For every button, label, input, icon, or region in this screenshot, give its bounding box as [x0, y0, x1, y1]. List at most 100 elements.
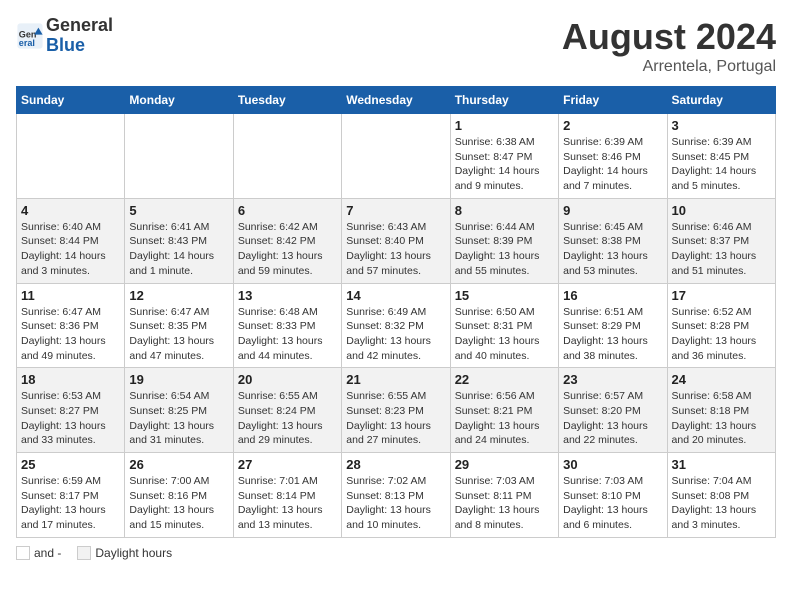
day-number: 14: [346, 288, 445, 303]
day-detail: Sunrise: 7:02 AM Sunset: 8:13 PM Dayligh…: [346, 474, 445, 533]
calendar-cell: 7Sunrise: 6:43 AM Sunset: 8:40 PM Daylig…: [342, 198, 450, 283]
day-number: 31: [672, 457, 771, 472]
calendar-cell: 4 Sunrise: 6:40 AM Sunset: 8:44 PM Daylig…: [17, 198, 125, 283]
day-detail: Sunrise: 6:54 AM Sunset: 8:25 PM Dayligh…: [129, 389, 228, 448]
day-number: 27: [238, 457, 337, 472]
day-detail: Sunrise: 6:58 AM Sunset: 8:18 PM Dayligh…: [672, 389, 771, 448]
calendar-week-2: 4 Sunrise: 6:40 AM Sunset: 8:44 PM Daylig…: [17, 198, 776, 283]
page-header: Gen eral General Blue August 2024 Arrent…: [16, 16, 776, 76]
day-number: 30: [563, 457, 662, 472]
day-detail: Sunrise: 6:49 AM Sunset: 8:32 PM Dayligh…: [346, 305, 445, 364]
day-number: 26: [129, 457, 228, 472]
legend-white-box: [16, 546, 30, 560]
day-detail: Sunrise: 7:00 AM Sunset: 8:16 PM Dayligh…: [129, 474, 228, 533]
calendar-cell: 18Sunrise: 6:53 AM Sunset: 8:27 PM Dayli…: [17, 368, 125, 453]
day-number: 5: [129, 203, 228, 218]
calendar-cell: 19 Sunrise: 6:54 AM Sunset: 8:25 PM Dayli…: [125, 368, 233, 453]
calendar-cell: [342, 114, 450, 199]
calendar-cell: 21Sunrise: 6:55 AM Sunset: 8:23 PM Dayli…: [342, 368, 450, 453]
day-number: 25: [21, 457, 120, 472]
day-number: 15: [455, 288, 554, 303]
logo: Gen eral General Blue: [16, 16, 113, 56]
calendar-cell: 17Sunrise: 6:52 AM Sunset: 8:28 PM Dayli…: [667, 283, 775, 368]
month-year: August 2024: [562, 16, 776, 58]
calendar-header-sunday: Sunday: [17, 87, 125, 114]
day-detail: Sunrise: 6:55 AM Sunset: 8:24 PM Dayligh…: [238, 389, 337, 448]
day-detail: Sunrise: 6:40 AM Sunset: 8:44 PM Dayligh…: [21, 220, 120, 279]
calendar-cell: 22Sunrise: 6:56 AM Sunset: 8:21 PM Dayli…: [450, 368, 558, 453]
day-number: 2: [563, 118, 662, 133]
day-number: 13: [238, 288, 337, 303]
day-detail: Sunrise: 6:39 AM Sunset: 8:45 PM Dayligh…: [672, 135, 771, 194]
calendar-header-thursday: Thursday: [450, 87, 558, 114]
calendar-week-3: 11Sunrise: 6:47 AM Sunset: 8:36 PM Dayli…: [17, 283, 776, 368]
calendar-cell: 15Sunrise: 6:50 AM Sunset: 8:31 PM Dayli…: [450, 283, 558, 368]
calendar-cell: 11Sunrise: 6:47 AM Sunset: 8:36 PM Dayli…: [17, 283, 125, 368]
day-detail: Sunrise: 6:44 AM Sunset: 8:39 PM Dayligh…: [455, 220, 554, 279]
calendar-cell: 1Sunrise: 6:38 AM Sunset: 8:47 PM Daylig…: [450, 114, 558, 199]
day-number: 1: [455, 118, 554, 133]
day-number: 9: [563, 203, 662, 218]
day-detail: Sunrise: 6:51 AM Sunset: 8:29 PM Dayligh…: [563, 305, 662, 364]
calendar-header-tuesday: Tuesday: [233, 87, 341, 114]
day-detail: Sunrise: 7:03 AM Sunset: 8:10 PM Dayligh…: [563, 474, 662, 533]
legend-gray: Daylight hours: [77, 546, 172, 560]
calendar-table: SundayMondayTuesdayWednesdayThursdayFrid…: [16, 86, 776, 538]
day-detail: Sunrise: 6:48 AM Sunset: 8:33 PM Dayligh…: [238, 305, 337, 364]
day-detail: Sunrise: 7:03 AM Sunset: 8:11 PM Dayligh…: [455, 474, 554, 533]
logo-line1: General: [46, 15, 113, 35]
day-detail: Sunrise: 6:57 AM Sunset: 8:20 PM Dayligh…: [563, 389, 662, 448]
day-detail: Sunrise: 6:42 AM Sunset: 8:42 PM Dayligh…: [238, 220, 337, 279]
day-detail: Sunrise: 6:52 AM Sunset: 8:28 PM Dayligh…: [672, 305, 771, 364]
day-number: 6: [238, 203, 337, 218]
legend: and - Daylight hours: [16, 546, 776, 560]
calendar-header-monday: Monday: [125, 87, 233, 114]
day-number: 23: [563, 372, 662, 387]
calendar-cell: 9 Sunrise: 6:45 AM Sunset: 8:38 PM Daylig…: [559, 198, 667, 283]
calendar-cell: [125, 114, 233, 199]
day-number: 11: [21, 288, 120, 303]
svg-text:eral: eral: [19, 38, 35, 48]
calendar-week-1: 1Sunrise: 6:38 AM Sunset: 8:47 PM Daylig…: [17, 114, 776, 199]
day-detail: Sunrise: 7:04 AM Sunset: 8:08 PM Dayligh…: [672, 474, 771, 533]
location: Arrentela, Portugal: [562, 58, 776, 76]
legend-gray-label: Daylight hours: [95, 546, 172, 560]
day-detail: Sunrise: 6:55 AM Sunset: 8:23 PM Dayligh…: [346, 389, 445, 448]
calendar-cell: 10Sunrise: 6:46 AM Sunset: 8:37 PM Dayli…: [667, 198, 775, 283]
logo-icon: Gen eral: [16, 22, 44, 50]
calendar-cell: [233, 114, 341, 199]
day-detail: Sunrise: 7:01 AM Sunset: 8:14 PM Dayligh…: [238, 474, 337, 533]
legend-gray-box: [77, 546, 91, 560]
calendar-cell: 2 Sunrise: 6:39 AM Sunset: 8:46 PM Daylig…: [559, 114, 667, 199]
calendar-cell: 30 Sunrise: 7:03 AM Sunset: 8:10 PM Dayli…: [559, 453, 667, 538]
calendar-cell: 6 Sunrise: 6:42 AM Sunset: 8:42 PM Daylig…: [233, 198, 341, 283]
calendar-cell: 26 Sunrise: 7:00 AM Sunset: 8:16 PM Dayli…: [125, 453, 233, 538]
calendar-cell: 5Sunrise: 6:41 AM Sunset: 8:43 PM Daylig…: [125, 198, 233, 283]
day-number: 29: [455, 457, 554, 472]
day-number: 24: [672, 372, 771, 387]
calendar-header-friday: Friday: [559, 87, 667, 114]
calendar-cell: 20 Sunrise: 6:55 AM Sunset: 8:24 PM Dayli…: [233, 368, 341, 453]
calendar-cell: 16 Sunrise: 6:51 AM Sunset: 8:29 PM Dayli…: [559, 283, 667, 368]
day-detail: Sunrise: 6:43 AM Sunset: 8:40 PM Dayligh…: [346, 220, 445, 279]
day-number: 8: [455, 203, 554, 218]
day-number: 19: [129, 372, 228, 387]
day-number: 20: [238, 372, 337, 387]
calendar-cell: 12Sunrise: 6:47 AM Sunset: 8:35 PM Dayli…: [125, 283, 233, 368]
calendar-header-saturday: Saturday: [667, 87, 775, 114]
calendar-header-row: SundayMondayTuesdayWednesdayThursdayFrid…: [17, 87, 776, 114]
day-number: 16: [563, 288, 662, 303]
day-detail: Sunrise: 6:39 AM Sunset: 8:46 PM Dayligh…: [563, 135, 662, 194]
calendar-cell: 13 Sunrise: 6:48 AM Sunset: 8:33 PM Dayli…: [233, 283, 341, 368]
day-number: 4: [21, 203, 120, 218]
day-number: 28: [346, 457, 445, 472]
calendar-cell: [17, 114, 125, 199]
calendar-cell: 28 Sunrise: 7:02 AM Sunset: 8:13 PM Dayli…: [342, 453, 450, 538]
day-detail: Sunrise: 6:46 AM Sunset: 8:37 PM Dayligh…: [672, 220, 771, 279]
calendar-week-4: 18Sunrise: 6:53 AM Sunset: 8:27 PM Dayli…: [17, 368, 776, 453]
day-detail: Sunrise: 6:45 AM Sunset: 8:38 PM Dayligh…: [563, 220, 662, 279]
day-number: 22: [455, 372, 554, 387]
logo-line2: Blue: [46, 35, 85, 55]
calendar-cell: 31 Sunrise: 7:04 AM Sunset: 8:08 PM Dayli…: [667, 453, 775, 538]
calendar-cell: 8 Sunrise: 6:44 AM Sunset: 8:39 PM Daylig…: [450, 198, 558, 283]
